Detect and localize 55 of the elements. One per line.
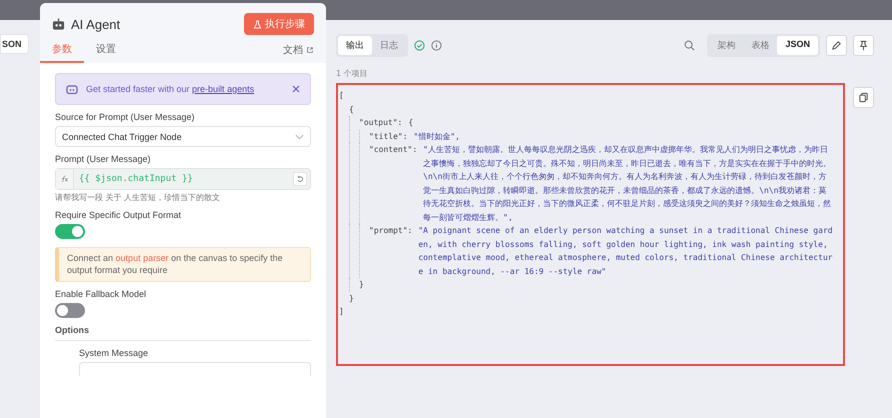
view-tab[interactable]: JSON <box>777 36 818 55</box>
dropdown-field[interactable]: Connected Chat Trigger Node <box>55 126 311 147</box>
field-label: Require Specific Output Format <box>55 210 182 220</box>
banner-text: Get started faster with our pre-built agents <box>86 84 256 94</box>
json-value: "惜时如金", <box>414 130 461 142</box>
item-count: 1 个项目 <box>336 68 369 79</box>
copy-button[interactable] <box>853 87 874 108</box>
section-heading: Options <box>55 325 311 342</box>
pin-button[interactable] <box>853 35 874 56</box>
panel-title: AI Agent <box>71 16 122 32</box>
hint-text: 请帮我写一段 关于 人生苦短，珍惜当下的散文 <box>55 192 222 203</box>
docs-link[interactable]: 文档 <box>283 43 314 63</box>
json-bracket: } <box>349 292 354 304</box>
robot-icon <box>66 84 78 94</box>
panel-tab[interactable]: 设置 <box>84 39 128 63</box>
json-value: "A poignant scene of an elderly person watching a sunset in a traditional Chinese garden, with cherry blossoms falling, soft golden hour lighting, ink wash painting style, contemplative mood, ethereal atmosphere, muted colors, traditional Chinese architecture in background, --ar 16:9 --style raw" <box>418 225 834 278</box>
notice-text: Connect an output parser on the canvas to specify the output format you require <box>55 247 311 282</box>
edit-button[interactable] <box>826 35 847 56</box>
output-tab[interactable]: 日志 <box>372 36 406 55</box>
panel-tab[interactable]: 参数 <box>40 39 84 63</box>
flask-icon <box>253 20 262 28</box>
json-bracket: { <box>408 117 414 129</box>
function-icon <box>60 175 69 183</box>
json-view-button[interactable]: SON <box>0 34 29 54</box>
view-tab[interactable]: 架构 <box>709 36 744 55</box>
json-key: "prompt": <box>369 224 412 278</box>
toggle-switch[interactable] <box>55 224 85 239</box>
field-label: System Message <box>79 348 150 358</box>
info-icon[interactable] <box>431 40 442 51</box>
json-value: "人生苦短，譬如朝露。世人每每叹息光阴之迅疾，却又在叹息声中虚掷年华。我常见人们为明日之事忧虑，为昨日之事懊悔，独独忘却了今日之可贵。殊不知，明日尚未至，昨日已逝去，唯有当下，方是实实在在握于手中的时光。\n\n街市上人来人往，个个行色匆匆，却不知奔向何方。有人为名利奔波，有人为生计劳碌，待到白发苍颜时，方觉一生真如白驹过隙，转瞬即逝。那些未曾欣赏的花开，未曾细品的茶香，都成了永远的遗憾。\n\n我劝诸君：莫待无花空折枝。当下的阳光正好，当下的微风正柔，何不驻足片刻，感受这须臾之间的美好？须知生命之烛虽短，然每一刻皆可熠熠生辉。", <box>423 144 832 224</box>
json-key: "content": <box>369 143 418 224</box>
run-step-button[interactable]: 执行步骤 <box>244 13 314 35</box>
chevron-down-icon <box>295 134 304 140</box>
copy-icon <box>858 92 870 103</box>
link[interactable]: pre-built agents <box>192 84 254 94</box>
json-key: "title": <box>369 130 408 143</box>
external-link-icon <box>306 46 314 54</box>
check-circle-icon <box>414 40 425 51</box>
field-label: Prompt (User Message) <box>55 154 152 164</box>
output-tab[interactable]: 输出 <box>338 36 372 55</box>
json-key: "output": <box>359 116 402 130</box>
view-tab[interactable]: 表格 <box>743 36 778 55</box>
undo-icon[interactable] <box>296 175 304 183</box>
toggle-switch[interactable] <box>55 303 85 318</box>
field-label: Enable Fallback Model <box>55 289 148 300</box>
json-bracket: [ <box>339 90 344 102</box>
search-icon[interactable] <box>684 40 696 51</box>
json-bracket: } <box>359 279 364 291</box>
field-label: Source for Prompt (User Message) <box>55 112 196 122</box>
robot-icon <box>52 18 65 30</box>
close-icon[interactable] <box>292 85 300 93</box>
pencil-icon <box>831 40 842 51</box>
pin-icon <box>858 40 869 51</box>
json-bracket: { <box>349 104 354 116</box>
json-bracket: ] <box>339 306 344 318</box>
